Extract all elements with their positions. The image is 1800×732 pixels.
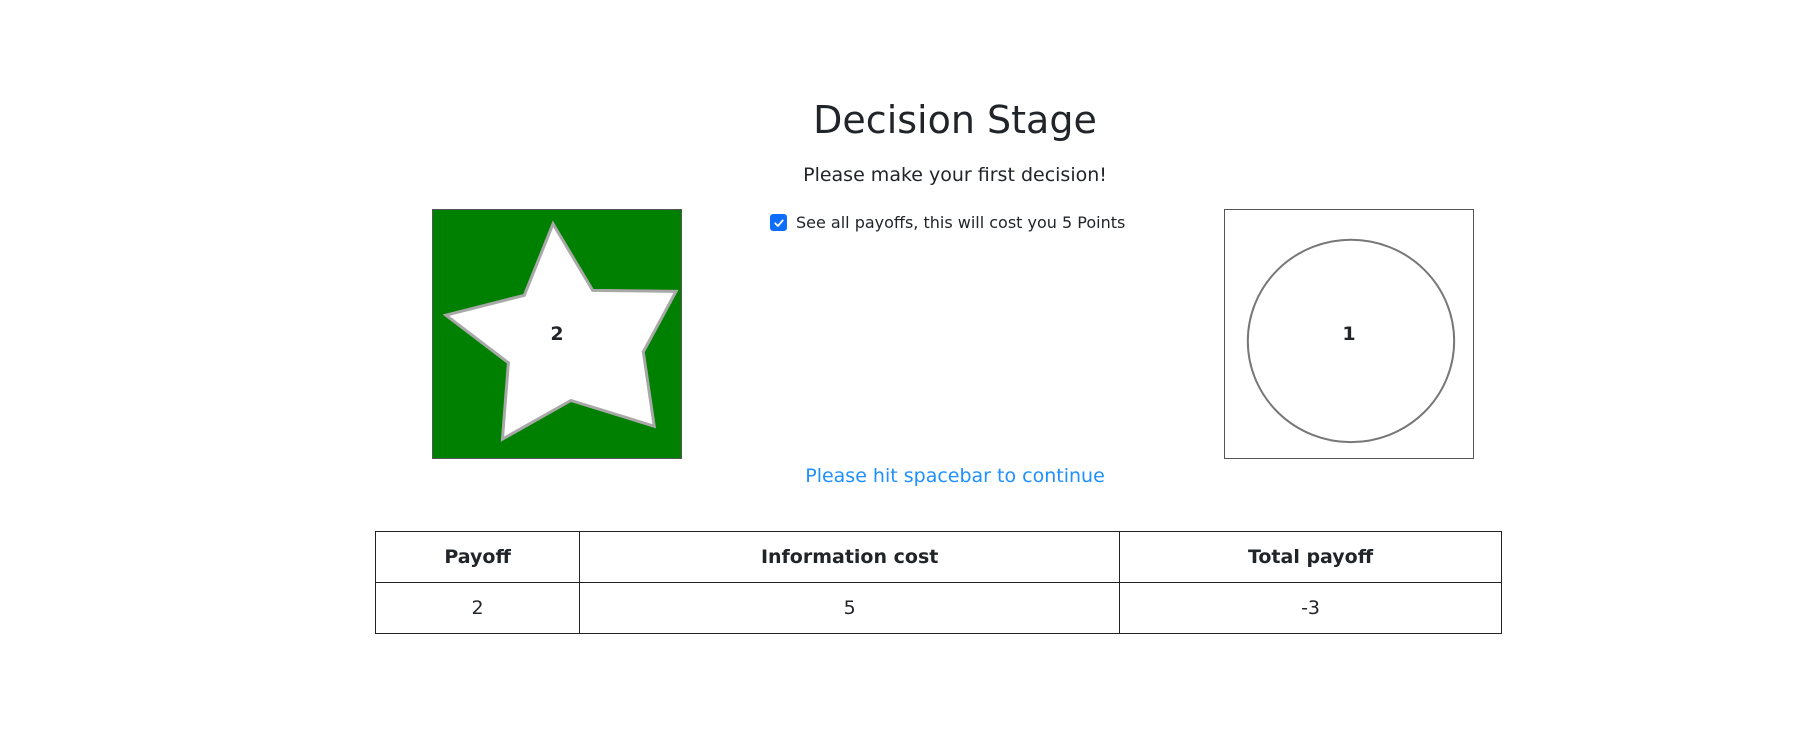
payoff-cell: 2 (374, 582, 581, 634)
column-header-total-payoff: Total payoff (1119, 531, 1502, 583)
see-all-payoffs-label: See all payoffs, this will cost you 5 Po… (796, 213, 1126, 232)
option-right-circle[interactable]: 1 (1224, 209, 1474, 459)
page-title: Decision Stage (813, 98, 1097, 142)
continue-hint: Please hit spacebar to continue (805, 465, 1105, 487)
decision-stage-page: Decision Stage Please make your first de… (0, 0, 1800, 732)
option-left-value: 2 (550, 323, 564, 345)
payoff-table-header-row: Payoff Information cost Total payoff (374, 531, 1502, 583)
option-right-value: 1 (1342, 323, 1356, 345)
option-left-star[interactable]: 2 (432, 209, 682, 459)
see-all-payoffs-checkbox[interactable] (770, 214, 787, 231)
payoff-table: Payoff Information cost Total payoff 2 5… (374, 531, 1502, 634)
see-all-payoffs-checkbox-row[interactable]: See all payoffs, this will cost you 5 Po… (770, 213, 1125, 232)
total-payoff-cell: -3 (1119, 582, 1502, 634)
checkmark-icon (773, 218, 784, 227)
column-header-payoff: Payoff (374, 531, 581, 583)
page-subtitle: Please make your first decision! (803, 164, 1107, 186)
table-row: 2 5 -3 (374, 582, 1502, 634)
column-header-information-cost: Information cost (579, 531, 1121, 583)
information-cost-cell: 5 (579, 582, 1121, 634)
